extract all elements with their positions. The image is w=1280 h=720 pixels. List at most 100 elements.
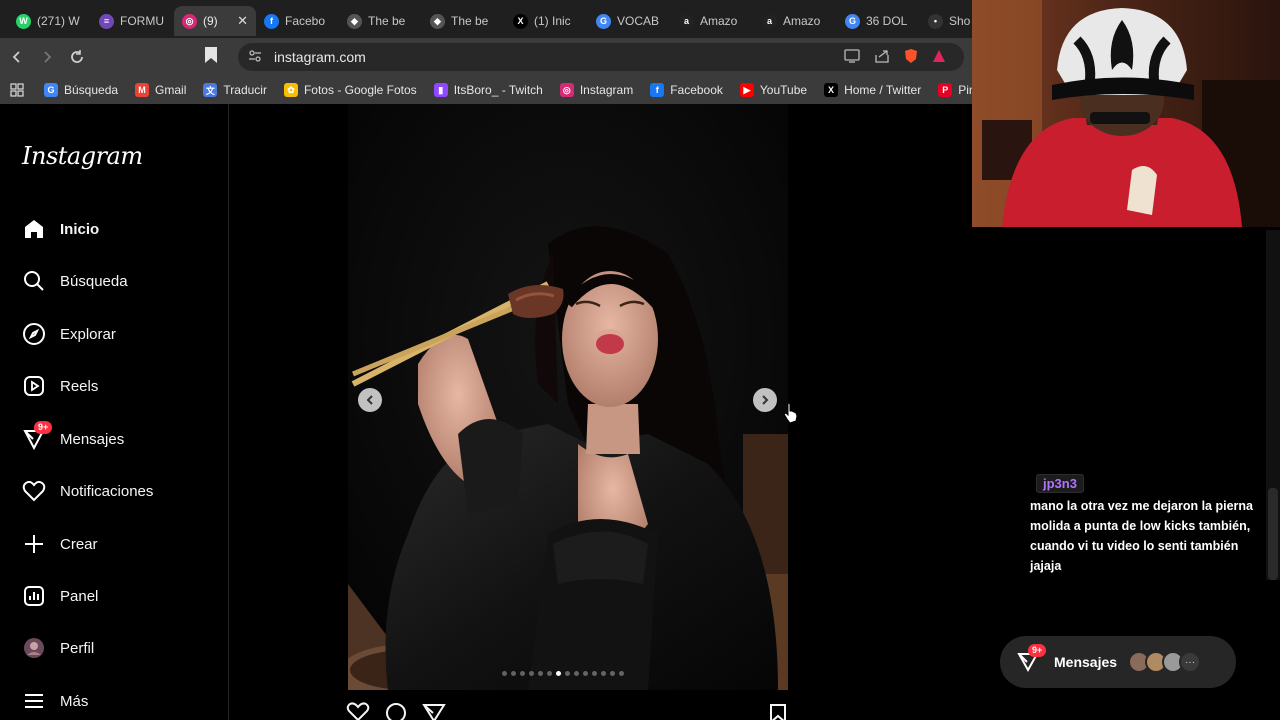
share-send-icon[interactable] — [422, 702, 446, 720]
address-bar[interactable]: instagram.com — [238, 43, 964, 71]
browser-tab[interactable]: ≡ FORMU — [91, 6, 174, 36]
bookmark-item[interactable]: ▶ YouTube — [739, 83, 807, 97]
nav-item-label: Mensajes — [60, 430, 125, 448]
messages-pill[interactable]: 9+ Mensajes ··· — [1000, 636, 1236, 688]
carousel-dot[interactable] — [610, 671, 615, 676]
carousel-dot[interactable] — [619, 671, 624, 676]
browser-tab[interactable]: f Facebo — [256, 6, 339, 36]
nav-item-label: Crear — [60, 535, 98, 553]
nav-item-heart[interactable]: Notificaciones — [22, 476, 153, 506]
home-icon — [22, 217, 46, 241]
brave-rewards-icon[interactable] — [932, 49, 946, 66]
bookmark-item[interactable]: f Facebook — [650, 83, 723, 97]
like-heart-icon[interactable] — [346, 702, 370, 720]
nav-item-messenger[interactable]: 9+ Mensajes — [22, 421, 125, 454]
carousel-dot[interactable] — [520, 671, 525, 676]
tab-label: Amazo — [783, 14, 821, 28]
save-bookmark-icon[interactable] — [766, 702, 790, 720]
brave-shield-icon[interactable] — [904, 48, 918, 67]
nav-item-label: Más — [60, 692, 89, 710]
cast-icon[interactable] — [844, 48, 860, 66]
diamond-icon: ◆ — [430, 13, 445, 29]
reload-button[interactable] — [64, 44, 90, 70]
google-icon: G — [845, 13, 860, 29]
diamond-icon: ◆ — [347, 13, 362, 29]
close-tab-icon[interactable]: ✕ — [237, 13, 248, 29]
browser-tab[interactable]: ◆ The be — [339, 6, 422, 36]
browser-tab[interactable]: • Sho — [920, 6, 972, 36]
messenger-icon: 9+ — [22, 421, 53, 451]
carousel-dot[interactable] — [547, 671, 552, 676]
carousel-dot[interactable] — [601, 671, 606, 676]
browser-tab[interactable]: ◆ The be — [422, 6, 505, 36]
back-button[interactable] — [4, 44, 30, 70]
nav-item-label: Notificaciones — [60, 482, 154, 500]
menu-icon — [22, 689, 46, 713]
browser-tab[interactable]: a Amazo — [754, 6, 837, 36]
carousel-dot[interactable] — [511, 671, 516, 676]
tab-label: VOCAB — [617, 14, 660, 28]
browser-tab[interactable]: G 36 DOL — [837, 6, 920, 36]
post-photo[interactable] — [348, 104, 788, 690]
nav-item-label: Búsqueda — [60, 272, 128, 290]
instagram-sidebar: Instagram Inicio Búsqueda Explorar Reels 9+ M… — [0, 104, 229, 720]
nav-item-reels[interactable]: Reels — [22, 371, 98, 401]
google-icon: G — [596, 13, 611, 29]
nav-item-label: Explorar — [60, 325, 116, 343]
browser-tab[interactable]: G VOCAB — [588, 6, 671, 36]
nav-item-avatar[interactable]: Perfil — [22, 633, 94, 663]
apps-grid-icon[interactable] — [10, 83, 24, 97]
bookmark-label: Pinterest - ( — [958, 83, 972, 97]
scrollbar-thumb[interactable] — [1268, 488, 1278, 580]
nav-item-menu[interactable]: Más — [22, 686, 88, 716]
forward-button[interactable] — [34, 44, 60, 70]
messenger-icon: 9+ — [1016, 644, 1047, 674]
carousel-dot[interactable] — [574, 671, 579, 676]
nav-item-home[interactable]: Inicio — [22, 214, 99, 244]
carousel-dot[interactable] — [502, 671, 507, 676]
tab-label: Amazo — [700, 14, 738, 28]
chevron-left-icon — [366, 395, 373, 405]
nav-item-label: Inicio — [60, 220, 100, 238]
compass-icon — [22, 322, 46, 346]
carousel-next-button[interactable] — [753, 388, 777, 412]
bookmark-item[interactable]: X Home / Twitter — [824, 83, 921, 97]
carousel-dot[interactable] — [529, 671, 534, 676]
carousel-dot[interactable] — [592, 671, 597, 676]
instagram-logo[interactable]: Instagram — [22, 142, 143, 170]
bookmark-label: ItsBoro_ - Twitch — [453, 83, 543, 97]
browser-tab[interactable]: X (1) Inic — [505, 6, 588, 36]
carousel-dot[interactable] — [538, 671, 543, 676]
chart-icon — [22, 584, 46, 608]
carousel-dot[interactable] — [556, 671, 561, 676]
avatar-icon — [22, 636, 46, 660]
tab-label: The be — [368, 14, 406, 28]
carousel-prev-button[interactable] — [358, 388, 382, 412]
nav-item-plus[interactable]: Crear — [22, 529, 98, 559]
carousel-dot[interactable] — [565, 671, 570, 676]
twitch-icon: ▮ — [433, 83, 448, 97]
nav-item-compass[interactable]: Explorar — [22, 319, 116, 349]
bookmark-item[interactable]: ✿ Fotos - Google Fotos — [283, 83, 417, 97]
bookmark-page-button[interactable] — [204, 46, 224, 68]
bookmark-label: Fotos - Google Fotos — [303, 83, 417, 97]
site-settings-icon[interactable] — [248, 49, 264, 66]
carousel-dot[interactable] — [583, 671, 588, 676]
browser-tab[interactable]: W (271) W — [8, 6, 91, 36]
bookmark-item[interactable]: G Búsqueda — [44, 83, 118, 97]
google-icon: G — [44, 83, 58, 97]
forms-icon: ≡ — [99, 13, 114, 29]
comment-icon[interactable] — [384, 702, 408, 720]
browser-tab[interactable]: ◎ (9) ✕ — [174, 6, 256, 36]
bookmark-item[interactable]: P Pinterest - ( — [938, 83, 972, 97]
nav-item-chart[interactable]: Panel — [22, 581, 98, 611]
bookmark-item[interactable]: ◎ Instagram — [559, 83, 634, 97]
bookmark-item[interactable]: 文 Traducir — [203, 83, 267, 97]
bookmark-label: Instagram — [579, 83, 634, 97]
facebook-icon: f — [650, 83, 665, 97]
nav-item-search[interactable]: Búsqueda — [22, 266, 128, 296]
browser-tab[interactable]: a Amazo — [671, 6, 754, 36]
share-icon[interactable] — [874, 49, 890, 66]
bookmark-item[interactable]: ▮ ItsBoro_ - Twitch — [433, 83, 543, 97]
bookmark-item[interactable]: M Gmail — [135, 83, 186, 97]
